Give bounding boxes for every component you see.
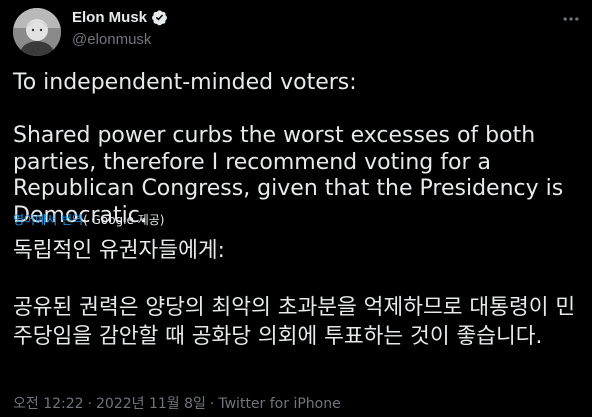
tweet-text-english: To independent-minded voters: Shared pow… <box>13 70 564 228</box>
separator: · <box>209 396 215 412</box>
tweet-source[interactable]: Twitter for iPhone <box>218 396 340 412</box>
translated-from-link[interactable]: 영어에서 번역 <box>13 213 83 227</box>
tweet-time[interactable]: 오전 12:22 <box>13 396 84 412</box>
more-options-button[interactable] <box>556 6 586 32</box>
avatar-image <box>13 8 61 56</box>
author-handle[interactable]: @elonmusk <box>72 31 151 48</box>
tweet: Elon Musk @elonmusk To independent-minde… <box>0 0 592 417</box>
tweet-text-korean: 독립적인 유권자들에게: 공유된 권력은 양당의 최악의 초과분을 억제하므로 … <box>13 238 576 349</box>
translation-provider: ( Google 제공) <box>83 213 165 227</box>
more-options-icon <box>563 17 579 21</box>
avatar[interactable] <box>13 8 61 56</box>
tweet-date[interactable]: 2022년 11월 8일 <box>96 396 206 412</box>
translation-attribution: 영어에서 번역( Google 제공) <box>13 211 164 228</box>
author-name-row[interactable]: Elon Musk <box>72 9 168 26</box>
verified-badge-icon <box>151 9 168 26</box>
author-name[interactable]: Elon Musk <box>72 9 147 26</box>
separator: · <box>87 396 93 412</box>
tweet-metadata: 오전 12:22 · 2022년 11월 8일 · Twitter for iPhone <box>13 393 341 413</box>
